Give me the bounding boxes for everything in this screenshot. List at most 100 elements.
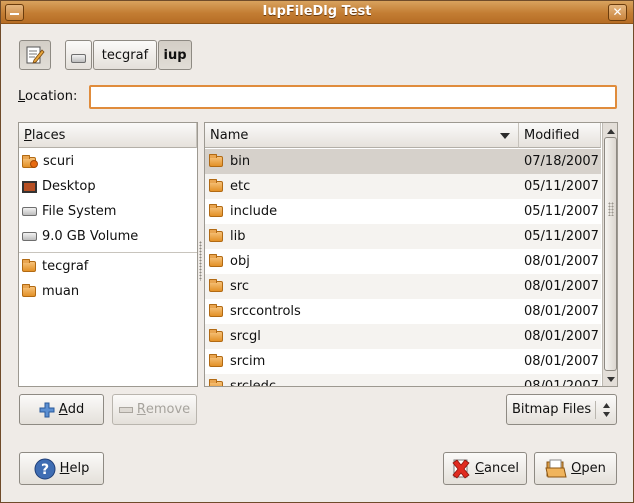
mnemonic: C <box>474 461 485 476</box>
file-name: bin <box>230 154 251 169</box>
file-name: lib <box>230 229 246 244</box>
updown-arrows-icon <box>603 403 610 417</box>
mnemonic: A <box>58 402 68 417</box>
file-list: bin 07/18/2007 etc 05/11/2007 include 05/11/2… <box>205 149 601 387</box>
file-row[interactable]: srcim 08/01/2007 <box>205 349 601 374</box>
close-icon: ✕ <box>612 5 623 19</box>
file-name: include <box>230 204 278 219</box>
places-item-label: tecgraf <box>42 259 89 274</box>
path-segment-iup[interactable]: iup <box>158 40 192 70</box>
file-modified-date: 08/01/2007 <box>524 379 599 387</box>
path-segment-label: tecgraf <box>101 47 149 63</box>
file-modified-date: 05/11/2007 <box>524 179 599 194</box>
mnemonic: O <box>571 461 582 476</box>
help-button[interactable]: ? Help <box>19 452 104 485</box>
file-row[interactable]: obj 08/01/2007 <box>205 249 601 274</box>
drive-icon <box>22 207 37 216</box>
file-name: srccontrols <box>230 304 301 319</box>
folder-icon <box>209 204 223 217</box>
remove-icon <box>118 406 133 413</box>
close-button[interactable]: ✕ <box>608 4 627 21</box>
label-text: ocation: <box>25 89 78 104</box>
button-label: dd <box>67 402 85 417</box>
file-modified-date: 08/01/2007 <box>524 354 599 369</box>
sort-descending-icon <box>500 133 510 139</box>
places-bookmark-tecgraf[interactable]: tecgraf <box>19 254 197 279</box>
scroll-down-arrow-icon[interactable] <box>607 377 615 382</box>
file-modified-date: 08/01/2007 <box>524 279 599 294</box>
places-panel: Places scuri Desktop File System 9.0 GB … <box>18 122 198 387</box>
file-type-filter-select[interactable]: Bitmap Files <box>506 394 617 425</box>
column-header-modified[interactable]: Modified <box>519 123 601 148</box>
folder-icon <box>209 379 223 386</box>
cancel-button[interactable]: Cancel <box>443 452 527 485</box>
file-name: srcim <box>230 354 266 369</box>
location-label: Location: <box>18 89 77 104</box>
places-separator <box>19 252 197 253</box>
button-label: pen <box>581 461 606 476</box>
add-icon <box>39 402 55 417</box>
file-row[interactable]: bin 07/18/2007 <box>205 149 601 174</box>
scrollbar-thumb[interactable] <box>604 137 617 371</box>
places-item-volume[interactable]: 9.0 GB Volume <box>19 224 197 249</box>
places-item-scuri[interactable]: scuri <box>19 149 197 174</box>
button-label: elp <box>69 461 90 476</box>
folder-icon <box>209 304 223 317</box>
places-item-desktop[interactable]: Desktop <box>19 174 197 199</box>
file-modified-date: 07/18/2007 <box>524 154 599 169</box>
folder-icon <box>209 179 223 192</box>
places-item-file-system[interactable]: File System <box>19 199 197 224</box>
file-name: srcgl <box>230 329 261 344</box>
column-header-name[interactable]: Name <box>205 123 519 148</box>
places-item-label: scuri <box>43 154 75 169</box>
scroll-up-arrow-icon[interactable] <box>607 129 615 134</box>
open-button[interactable]: Open <box>534 452 617 485</box>
files-panel: Name Modified bin 07/18/2007 etc 05/11/2007… <box>204 122 618 387</box>
cancel-icon <box>452 458 470 479</box>
drive-icon <box>71 53 86 63</box>
file-row[interactable]: lib 05/11/2007 <box>205 224 601 249</box>
file-name: srcledc <box>230 379 276 387</box>
filesystem-root-button[interactable] <box>65 40 92 70</box>
title-bar[interactable]: IupFileDlg Test ✕ <box>1 1 633 24</box>
file-row[interactable]: src 08/01/2007 <box>205 274 601 299</box>
file-modified-date: 05/11/2007 <box>524 204 599 219</box>
button-label: ancel <box>484 461 520 476</box>
header-text: laces <box>31 127 66 143</box>
select-divider <box>595 401 596 419</box>
drive-icon <box>22 232 37 241</box>
remove-bookmark-button[interactable]: Remove <box>112 394 197 425</box>
folder-icon <box>209 154 223 167</box>
places-bookmark-muan[interactable]: muan <box>19 279 197 304</box>
places-item-label: File System <box>42 204 117 219</box>
file-row[interactable]: srccontrols 08/01/2007 <box>205 299 601 324</box>
window-title: IupFileDlg Test <box>262 4 372 19</box>
mnemonic: L <box>18 89 26 104</box>
column-header-label: Modified <box>524 127 580 143</box>
button-label: emove <box>145 402 191 417</box>
file-modified-date: 08/01/2007 <box>524 329 599 344</box>
folder-icon <box>22 284 36 297</box>
folder-icon <box>22 259 36 272</box>
path-segment-tecgraf[interactable]: tecgraf <box>93 40 157 70</box>
add-bookmark-button[interactable]: Add <box>19 394 104 425</box>
type-filename-toggle-button[interactable] <box>19 40 51 70</box>
mnemonic: R <box>136 402 146 417</box>
column-header-label: Name <box>210 127 249 143</box>
svg-text:?: ? <box>41 462 49 478</box>
places-header[interactable]: Places <box>19 123 197 148</box>
file-row[interactable]: etc 05/11/2007 <box>205 174 601 199</box>
file-name: src <box>230 279 249 294</box>
desktop-icon <box>22 180 37 193</box>
folder-icon <box>209 254 223 267</box>
mnemonic: H <box>59 461 70 476</box>
file-row[interactable]: include 05/11/2007 <box>205 199 601 224</box>
scrollbar-grip-icon <box>608 202 614 216</box>
file-name: etc <box>230 179 251 194</box>
pane-splitter-handle[interactable] <box>199 241 202 281</box>
file-row[interactable]: srcgl 08/01/2007 <box>205 324 601 349</box>
location-input[interactable] <box>89 85 617 109</box>
file-row[interactable]: srcledc 08/01/2007 <box>205 374 601 387</box>
file-list-scrollbar[interactable] <box>602 123 617 386</box>
open-folder-icon <box>545 459 567 477</box>
